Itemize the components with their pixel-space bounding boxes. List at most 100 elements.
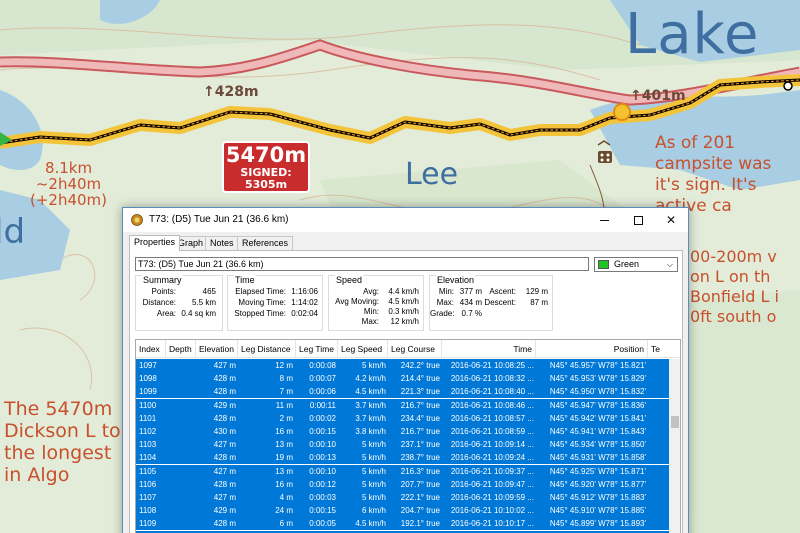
cell-leg-course: 222.1° true: [400, 493, 440, 502]
cell-elevation: 427 m: [213, 466, 236, 476]
column-header-temperature[interactable]: Te: [648, 340, 680, 358]
tab-properties[interactable]: Properties: [129, 235, 181, 251]
elev-min-value: 377 m: [459, 287, 482, 296]
column-header-index[interactable]: Index: [136, 340, 166, 358]
cell-leg-speed: 3.7 km/h: [355, 400, 386, 410]
vertical-scrollbar[interactable]: [669, 359, 680, 533]
title-bar[interactable]: T73: (D5) Tue Jun 21 (36.6 km) ✕: [123, 208, 688, 232]
column-header-leg-time[interactable]: Leg Time: [296, 340, 338, 358]
cell-leg-distance: 16 m: [275, 479, 293, 489]
table-row[interactable]: 1104 428 m 19 m 0:00:13 5 km/h 238.7° true 201…: [136, 451, 669, 465]
track-properties-window: T73: (D5) Tue Jun 21 (36.6 km) ✕ Propert…: [122, 207, 689, 533]
cell-leg-speed: 3.8 km/h: [355, 427, 386, 436]
close-icon: ✕: [665, 213, 677, 227]
table-row[interactable]: 1108 429 m 24 m 0:00:15 6 km/h 204.7° true 201…: [136, 504, 669, 518]
ascent-label: Ascent:: [489, 287, 516, 296]
portage-length-sign[interactable]: 5470m SIGNED: 5305m: [222, 141, 310, 193]
cell-time: 2016-06-21 10:09:59 ...: [450, 493, 534, 502]
cell-leg-time: 0:00:15: [309, 506, 336, 516]
moving-label: Moving Time:: [238, 298, 286, 307]
table-row[interactable]: 1101 428 m 2 m 0:00:02 3.7 km/h 234.4° true 20…: [136, 411, 669, 425]
note-line: As of 201: [655, 133, 736, 153]
avg-speed-label: Avg:: [363, 287, 379, 296]
table-row[interactable]: 1106 428 m 16 m 0:00:12 5 km/h 207.7° true 201…: [136, 477, 669, 491]
note-line: it's sign. It's: [655, 175, 757, 195]
column-header-leg-distance[interactable]: Leg Distance: [238, 340, 296, 358]
table-row[interactable]: 1102 430 m 16 m 0:00:15 3.8 km/h 216.7° true 2…: [136, 425, 669, 438]
tab-references[interactable]: References: [237, 236, 294, 250]
cell-elevation: 427 m: [213, 361, 236, 370]
cell-leg-speed: 6 km/h: [361, 506, 386, 516]
grade-value: 0.7 %: [461, 309, 482, 318]
table-row[interactable]: 1109 428 m 6 m 0:00:05 4.5 km/h 192.1° true 20…: [136, 517, 669, 531]
color-value: Green: [614, 259, 640, 269]
cell-position: N45° 45.925' W78° 15.871': [549, 466, 646, 476]
elapsed-value: 1:16:06: [291, 287, 318, 296]
cell-elevation: 428 m: [213, 479, 236, 489]
cell-leg-speed: 4.5 km/h: [355, 387, 386, 397]
cell-index: 1104: [139, 453, 157, 463]
tab-notes[interactable]: Notes: [205, 236, 239, 250]
list-header: Index Depth Elevation Leg Distance Leg T…: [136, 340, 680, 358]
track-name-field[interactable]: T73: (D5) Tue Jun 21 (36.6 km): [135, 257, 589, 271]
points-value: 465: [202, 287, 216, 296]
campsite-note: As of 201 campsite was it's sign. It's a…: [655, 133, 771, 217]
column-header-depth[interactable]: Depth: [166, 340, 196, 358]
table-row[interactable]: 1098 428 m 8 m 0:00:07 4.2 km/h 214.4° true 20…: [136, 372, 669, 386]
group-title: Summary: [142, 275, 183, 285]
close-button[interactable]: ✕: [654, 208, 688, 232]
cell-leg-course: 216.7° true: [400, 400, 440, 410]
minimize-button[interactable]: [587, 208, 621, 232]
cell-elevation: 429 m: [213, 506, 236, 516]
column-header-elevation[interactable]: Elevation: [196, 340, 238, 358]
cell-position: N45° 45.934' W78° 15.850': [549, 440, 646, 450]
table-row[interactable]: 1097 427 m 12 m 0:00:08 5 km/h 242.2° true 201…: [136, 359, 669, 372]
cell-leg-distance: 19 m: [275, 453, 293, 463]
column-header-position[interactable]: Position: [536, 340, 648, 358]
note-line: in Algo: [4, 464, 70, 486]
cell-position: N45° 45.912' W78° 15.883': [549, 493, 646, 502]
chevron-down-icon: ⌵: [666, 260, 673, 269]
cell-time: 2016-06-21 10:10:17 ...: [450, 519, 534, 529]
grade-label: Grade:: [430, 309, 455, 318]
cell-leg-time: 0:00:12: [309, 479, 336, 489]
table-row[interactable]: 1103 427 m 13 m 0:00:10 5 km/h 237.1° true 201…: [136, 438, 669, 452]
color-swatch: [598, 260, 609, 269]
elev-min-label: Min:: [438, 287, 454, 296]
table-row[interactable]: 1105 427 m 13 m 0:00:10 5 km/h 216.3° true 201…: [136, 464, 669, 478]
note-line: 00-200m v: [690, 247, 777, 266]
cell-leg-distance: 12 m: [275, 361, 293, 370]
cell-leg-course: 216.7° true: [400, 427, 440, 436]
table-row[interactable]: 1099 428 m 7 m 0:00:06 4.5 km/h 221.3° true 20…: [136, 385, 669, 399]
cell-index: 1097: [139, 361, 157, 370]
cell-leg-course: 204.7° true: [400, 506, 440, 516]
note-line: the longest: [4, 442, 112, 464]
table-row[interactable]: 1107 427 m 4 m 0:00:03 5 km/h 222.1° true 2016…: [136, 491, 669, 504]
track-color-dropdown[interactable]: Green ⌵: [594, 257, 678, 272]
portage-note: The 5470m Dickson L to the longest in Al…: [4, 398, 121, 486]
cell-leg-distance: 6 m: [279, 519, 293, 529]
cell-position: N45° 45.931' W78° 15.858': [549, 453, 646, 463]
cell-leg-course: 192.1° true: [400, 519, 440, 529]
trackpoint-list[interactable]: Index Depth Elevation Leg Distance Leg T…: [135, 339, 681, 533]
table-row[interactable]: 1100 429 m 11 m 0:00:11 3.7 km/h 216.7° true 2…: [136, 398, 669, 412]
speed-group: Speed Avg: 4.4 km/h Avg Moving: 4.5 km/h…: [328, 275, 424, 331]
cell-elevation: 428 m: [213, 387, 236, 397]
cell-position: N45° 45.950' W78° 15.832': [549, 387, 646, 397]
gps-track-icon: [131, 214, 143, 226]
maximize-button[interactable]: [621, 208, 655, 232]
cell-index: 1107: [139, 493, 157, 502]
column-header-leg-speed[interactable]: Leg Speed: [338, 340, 388, 358]
cell-leg-course: 221.3° true: [400, 387, 440, 397]
cell-position: N45° 45.953' W78° 15.829': [549, 374, 646, 384]
column-header-time[interactable]: Time: [442, 340, 536, 358]
cell-leg-distance: 24 m: [275, 506, 293, 516]
cell-leg-course: 216.3° true: [400, 466, 440, 476]
area-label: Area:: [156, 309, 176, 318]
lake-label-partial: ld: [0, 212, 26, 252]
bonfield-note: 00-200m v on L on th Bonfield L i 0ft so…: [690, 247, 779, 327]
scrollbar-thumb[interactable]: [671, 416, 679, 428]
window-title: T73: (D5) Tue Jun 21 (36.6 km): [149, 214, 289, 225]
maximize-icon: [633, 216, 643, 226]
column-header-leg-course[interactable]: Leg Course: [388, 340, 442, 358]
